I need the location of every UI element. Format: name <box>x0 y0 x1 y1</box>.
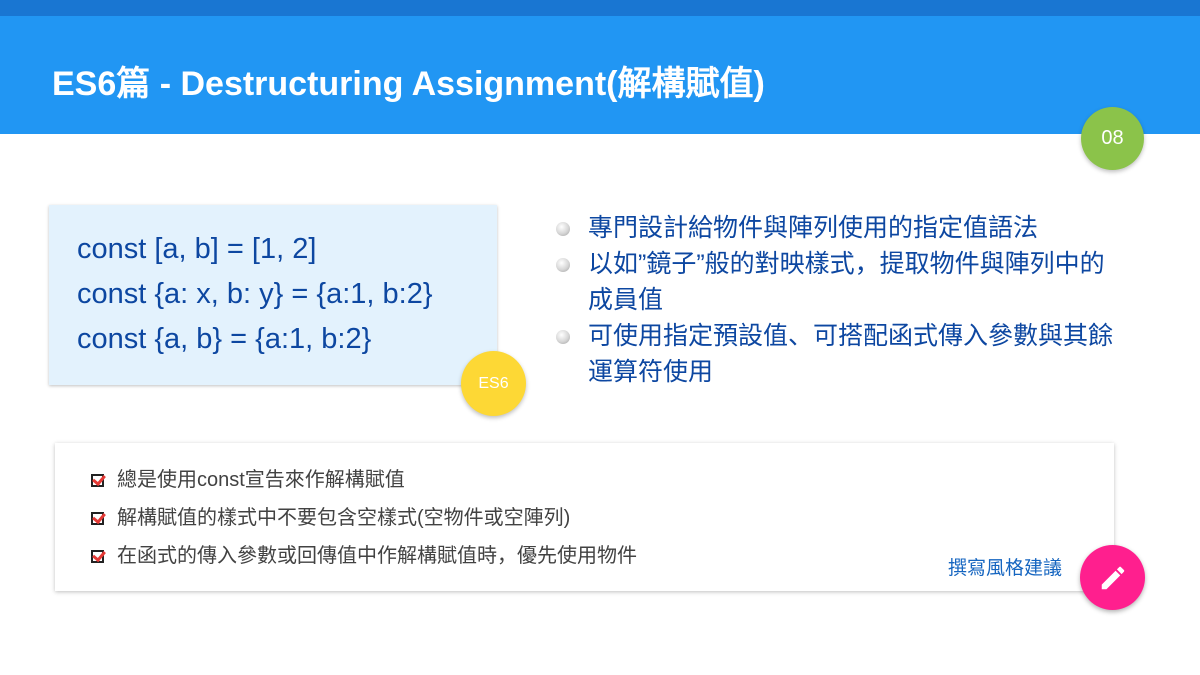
style-guide-item: 解構賦值的樣式中不要包含空樣式(空物件或空陣列) <box>91 499 1114 537</box>
es6-badge: ES6 <box>461 351 526 416</box>
checkbox-checked-icon <box>91 550 104 563</box>
page-number-badge: 08 <box>1081 107 1144 170</box>
bullet-item: 可使用指定預設值、可搭配函式傳入參數與其餘運算符使用 <box>556 318 1126 390</box>
style-guide-link[interactable]: 撰寫風格建議 <box>948 553 1062 580</box>
pencil-icon <box>1101 566 1124 589</box>
bullet-item: 以如”鏡子”般的對映樣式，提取物件與陣列中的成員值 <box>556 246 1126 318</box>
code-example-card: const [a, b] = [1, 2] const {a: x, b: y}… <box>49 205 497 385</box>
slide-title: ES6篇 - Destructuring Assignment(解構賦值) <box>52 65 765 103</box>
style-guide-item: 總是使用const宣告來作解構賦值 <box>91 461 1114 499</box>
bullet-dot-icon <box>556 330 570 344</box>
header-top-strip <box>0 0 1200 16</box>
bullet-dot-icon <box>556 258 570 272</box>
code-line: const {a, b} = {a:1, b:2} <box>77 323 372 355</box>
bullet-dot-icon <box>556 222 570 236</box>
bullet-list: 專門設計給物件與陣列使用的指定值語法 以如”鏡子”般的對映樣式，提取物件與陣列中… <box>556 210 1126 390</box>
bullet-text: 可使用指定預設值、可搭配函式傳入參數與其餘運算符使用 <box>588 322 1114 386</box>
bullet-item: 專門設計給物件與陣列使用的指定值語法 <box>556 210 1126 246</box>
style-guide-text: 解構賦值的樣式中不要包含空樣式(空物件或空陣列) <box>117 507 571 529</box>
code-line: const {a: x, b: y} = {a:1, b:2} <box>77 278 433 310</box>
code-line: const [a, b] = [1, 2] <box>77 233 317 265</box>
style-guide-text: 總是使用const宣告來作解構賦值 <box>117 469 405 491</box>
checkbox-checked-icon <box>91 474 104 487</box>
checkbox-checked-icon <box>91 512 104 525</box>
bullet-text: 以如”鏡子”般的對映樣式，提取物件與陣列中的成員值 <box>588 250 1105 314</box>
style-guide-text: 在函式的傳入參數或回傳值中作解構賦值時，優先使用物件 <box>117 545 637 567</box>
bullet-text: 專門設計給物件與陣列使用的指定值語法 <box>588 214 1039 242</box>
edit-fab-button[interactable] <box>1080 545 1145 610</box>
